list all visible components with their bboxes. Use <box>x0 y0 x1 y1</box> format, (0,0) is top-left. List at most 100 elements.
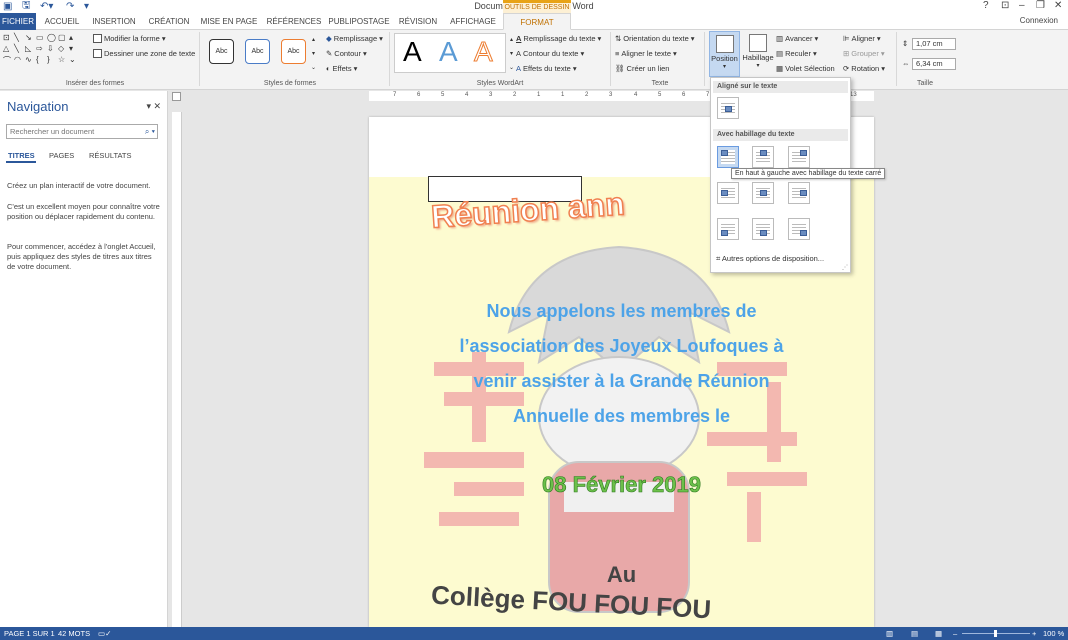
rectangle-shape-icon[interactable]: ▭ <box>36 33 47 42</box>
shape-height-input[interactable]: 1,07 cm <box>912 38 956 50</box>
rotate-button[interactable]: ⟳ Rotation ▾ <box>843 64 885 73</box>
page-count[interactable]: PAGE 1 SUR 1 <box>4 629 55 638</box>
tab-mise-en-page[interactable]: MISE EN PAGE <box>198 13 260 30</box>
text-outline-button[interactable]: A Contour du texte ▾ <box>516 49 584 58</box>
shape-effects-button[interactable]: ◐ Effets ▾ <box>326 64 357 73</box>
zoom-slider-thumb[interactable] <box>994 630 997 637</box>
curve-shape-icon[interactable]: ⌒ <box>3 55 14 66</box>
word-count[interactable]: 42 MOTS <box>58 629 90 638</box>
scroll-shapes-icon[interactable]: ▾ <box>69 44 80 53</box>
ribbon: ⊡ ╲ ↘ ▭ ◯ ▢ ▴ △ ╲ ◺ ⇨ ⇩ ◇ ▾ ⌒ ◠ ∿{} ☆ ⌄ Modifier la form… <box>0 30 1068 90</box>
invitation-paragraph[interactable]: Nous appelons les membres de l’associati… <box>369 294 874 434</box>
more-layout-options[interactable]: ⌗ Autres options de disposition... <box>716 254 824 264</box>
shape-styles-scroll[interactable]: ▴ ▾ ⌄ <box>311 34 316 74</box>
bring-forward-button[interactable]: ▥ Avancer ▾ <box>776 34 818 43</box>
expand-shapes-icon[interactable]: ⌄ <box>69 55 80 66</box>
brace-left-shape-icon[interactable]: { <box>36 55 47 66</box>
resize-grip-icon[interactable]: ⋰ <box>842 264 848 271</box>
create-link-button[interactable]: ⛓ Créer un lien <box>615 64 669 73</box>
nav-tab-resultats[interactable]: RÉSULTATS <box>89 151 132 160</box>
text-fill-button[interactable]: A Remplissage du texte ▾ <box>516 34 601 43</box>
help-icon[interactable]: ? <box>983 0 989 11</box>
wordart-scroll[interactable]: ▴ ▾ ⌄ <box>509 34 514 74</box>
close-button[interactable]: ✕ <box>1054 0 1062 11</box>
group-button[interactable]: ⊞ Grouper ▾ <box>843 49 885 58</box>
zoom-level[interactable]: 100 % <box>1043 629 1064 638</box>
navigation-search-input[interactable] <box>6 124 158 139</box>
freeform-shape-icon[interactable]: ∿ <box>25 55 36 66</box>
arc-shape-icon[interactable]: ◠ <box>14 55 25 66</box>
wordart-style-blue[interactable]: A <box>439 36 458 68</box>
send-backward-button[interactable]: ▤ Reculer ▾ <box>776 49 817 58</box>
wedge-shape-icon[interactable]: ◺ <box>25 44 36 53</box>
position-top-center[interactable] <box>752 146 774 168</box>
more-shapes-icon[interactable]: ▴ <box>69 33 80 42</box>
textbox-shape-icon[interactable]: ⊡ <box>3 33 14 42</box>
proofing-icon[interactable]: ▭✓ <box>98 629 111 638</box>
vertical-ruler[interactable] <box>172 112 182 627</box>
align-text-button[interactable]: ≡ Aligner le texte ▾ <box>615 49 677 58</box>
arrow-shape-icon[interactable]: ↘ <box>25 33 36 42</box>
minimize-button[interactable]: – <box>1019 0 1025 11</box>
tab-insertion[interactable]: INSERTION <box>88 13 140 30</box>
tab-fichier[interactable]: FICHIER <box>0 13 36 30</box>
tab-revision[interactable]: RÉVISION <box>394 13 442 30</box>
text-direction-button[interactable]: ⇅ Orientation du texte ▾ <box>615 34 695 43</box>
tab-publipostage[interactable]: PUBLIPOSTAGE <box>328 13 390 30</box>
line2-shape-icon[interactable]: ╲ <box>14 44 25 53</box>
tab-selector[interactable] <box>172 92 181 101</box>
shape-fill-button[interactable]: ◆ Remplissage ▾ <box>326 34 383 43</box>
diamond-shape-icon[interactable]: ◇ <box>58 44 69 53</box>
position-top-right[interactable] <box>788 146 810 168</box>
search-icon[interactable]: ⌕ ▾ <box>145 127 155 137</box>
nav-tab-pages[interactable]: PAGES <box>49 151 74 160</box>
line-shape-icon[interactable]: ╲ <box>14 33 25 42</box>
read-mode-icon[interactable]: ▥ <box>886 629 893 638</box>
position-bottom-left[interactable] <box>717 218 739 240</box>
shape-outline-button[interactable]: ✎ Contour ▾ <box>326 49 367 58</box>
selection-pane-button[interactable]: ▦ Volet Sélection <box>776 64 835 73</box>
ribbon-display-options-icon[interactable]: ⊡ <box>1001 0 1009 11</box>
zoom-in-icon[interactable]: + <box>1032 629 1036 638</box>
down-arrow-shape-icon[interactable]: ⇩ <box>47 44 58 53</box>
maximize-button[interactable]: ❐ <box>1036 0 1045 11</box>
shape-gallery[interactable]: ⊡ ╲ ↘ ▭ ◯ ▢ ▴ △ ╲ ◺ ⇨ ⇩ ◇ ▾ ⌒ ◠ ∿{} ☆ ⌄ <box>3 33 85 66</box>
position-button[interactable]: Position ▾ <box>709 31 740 77</box>
modify-shape-button[interactable]: Modifier la forme ▾ <box>93 34 166 43</box>
meeting-date[interactable]: 08 Février 2019 <box>369 472 874 498</box>
tab-accueil[interactable]: ACCUEIL <box>40 13 84 30</box>
tab-format[interactable]: FORMAT <box>503 13 571 30</box>
triangle-shape-icon[interactable]: △ <box>3 44 14 53</box>
wrap-text-button[interactable]: Habillage ▾ <box>742 31 774 77</box>
shape-style-1[interactable]: Abc <box>209 39 234 64</box>
text-effects-button[interactable]: A Effets du texte ▾ <box>516 64 577 73</box>
position-top-left[interactable] <box>717 146 739 168</box>
print-layout-icon[interactable]: ▤ <box>911 629 918 638</box>
tab-references[interactable]: RÉFÉRENCES <box>264 13 324 30</box>
shape-style-3[interactable]: Abc <box>281 39 306 64</box>
tab-affichage[interactable]: AFFICHAGE <box>446 13 500 30</box>
position-inline[interactable] <box>717 97 739 119</box>
tab-creation[interactable]: CRÉATION <box>144 13 194 30</box>
oval-shape-icon[interactable]: ◯ <box>47 33 58 42</box>
brace-right-shape-icon[interactable]: } <box>47 55 58 66</box>
draw-textbox-button[interactable]: Dessiner une zone de texte <box>93 49 195 58</box>
nav-tab-titres[interactable]: TITRES <box>8 151 35 160</box>
right-arrow-shape-icon[interactable]: ⇨ <box>36 44 47 53</box>
wordart-style-orange[interactable]: A <box>474 36 494 68</box>
web-layout-icon[interactable]: ▦ <box>935 629 942 638</box>
position-bottom-center[interactable] <box>752 218 774 240</box>
position-middle-right[interactable] <box>788 182 810 204</box>
navigation-pane-controls[interactable]: ▾ ✕ <box>146 101 161 112</box>
zoom-out-icon[interactable]: – <box>953 629 957 638</box>
position-middle-center[interactable] <box>752 182 774 204</box>
position-bottom-right[interactable] <box>788 218 810 240</box>
star-shape-icon[interactable]: ☆ <box>58 55 69 66</box>
wordart-style-black[interactable]: A <box>403 36 422 68</box>
position-middle-left[interactable] <box>717 182 739 204</box>
align-button[interactable]: ⊫ Aligner ▾ <box>843 34 881 43</box>
rounded-rect-shape-icon[interactable]: ▢ <box>58 33 69 42</box>
shape-width-input[interactable]: 6,34 cm <box>912 58 956 70</box>
sign-in-link[interactable]: Connexion <box>1020 16 1058 25</box>
shape-style-2[interactable]: Abc <box>245 39 270 64</box>
